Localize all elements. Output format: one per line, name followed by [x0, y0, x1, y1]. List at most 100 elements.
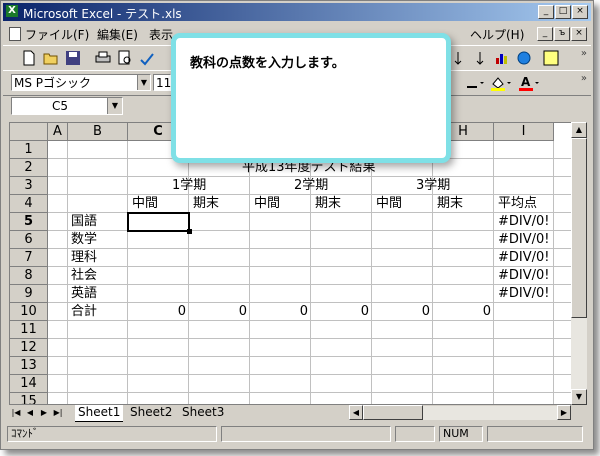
maximize-button[interactable]: □	[555, 5, 571, 19]
menu-file[interactable]: ファイル(F)	[25, 26, 89, 43]
row-header-2[interactable]: 2	[10, 159, 48, 177]
close-button[interactable]: ×	[572, 5, 588, 19]
menu-edit[interactable]: 編集(E)	[97, 26, 138, 43]
last-sheet-icon[interactable]: ▶|	[51, 406, 65, 420]
print-preview-icon[interactable]	[117, 50, 133, 66]
new-icon[interactable]	[21, 50, 37, 66]
total-label-cell[interactable]: 合計	[69, 303, 99, 321]
print-icon[interactable]	[95, 50, 111, 66]
name-box[interactable]: C5 ▼	[11, 97, 123, 115]
menu-view[interactable]: 表示	[149, 26, 173, 43]
next-sheet-icon[interactable]: ▶	[37, 406, 51, 420]
row-header-10[interactable]: 10	[10, 303, 48, 321]
exam-header-cell[interactable]: 期末	[191, 195, 221, 213]
vertical-scroll-thumb[interactable]	[571, 138, 587, 318]
average-cell[interactable]: #DIV/0!	[496, 231, 552, 249]
subject-cell[interactable]: 英語	[69, 285, 99, 303]
row-header-8[interactable]: 8	[10, 267, 48, 285]
save-icon[interactable]	[65, 50, 81, 66]
prev-sheet-icon[interactable]: ◀	[23, 406, 37, 420]
total-cell[interactable]: 0	[250, 303, 310, 321]
row-header-9[interactable]: 9	[10, 285, 48, 303]
name-box-dropdown-icon[interactable]: ▼	[107, 98, 122, 114]
exam-header-cell[interactable]: 期末	[313, 195, 343, 213]
scroll-up-icon[interactable]: ▲	[571, 122, 587, 138]
row-header-3[interactable]: 3	[10, 177, 48, 195]
minimize-button[interactable]: _	[538, 5, 554, 19]
total-cell[interactable]: 0	[128, 303, 188, 321]
subject-cell[interactable]: 国語	[69, 213, 99, 231]
col-header-i[interactable]: I	[494, 123, 554, 141]
workbook-minimize-button[interactable]: _	[537, 27, 553, 41]
subject-cell[interactable]: 社会	[69, 267, 99, 285]
term-3-cell[interactable]: 3学期	[414, 177, 452, 195]
gridline	[48, 248, 572, 249]
sheet-tab-1[interactable]: Sheet1	[75, 405, 124, 422]
row-header-1[interactable]: 1	[10, 141, 48, 159]
col-header-b[interactable]: B	[68, 123, 128, 141]
row-header-12[interactable]: 12	[10, 339, 48, 357]
font-name-box[interactable]: MS Pゴシック ▼	[11, 74, 151, 91]
gridline	[48, 392, 572, 393]
menu-help[interactable]: ヘルプ(H)	[470, 26, 524, 43]
vertical-scrollbar[interactable]: ▲ ▼	[571, 122, 587, 405]
subject-cell[interactable]: 数学	[69, 231, 99, 249]
workbook-icon[interactable]	[9, 27, 21, 41]
fill-color-icon[interactable]	[489, 75, 513, 91]
office-assistant-icon[interactable]	[543, 50, 559, 66]
total-cell[interactable]: 0	[433, 303, 493, 321]
row-header-11[interactable]: 11	[10, 321, 48, 339]
chart-wizard-icon[interactable]	[494, 50, 510, 66]
select-all-corner[interactable]	[10, 123, 48, 141]
font-color-icon[interactable]: A	[517, 75, 541, 91]
font-name-dropdown-icon[interactable]: ▼	[137, 75, 150, 90]
scroll-down-icon[interactable]: ▼	[571, 389, 587, 405]
first-sheet-icon[interactable]: |◀	[9, 406, 23, 420]
row-header-15[interactable]: 15	[10, 393, 48, 404]
row-header-14[interactable]: 14	[10, 375, 48, 393]
workbook-restore-button[interactable]: ъ	[554, 27, 570, 41]
sort-icon[interactable]	[472, 50, 488, 66]
scroll-left-icon[interactable]: ◀	[349, 405, 363, 420]
sheet-tab-2[interactable]: Sheet2	[127, 405, 175, 421]
term-2-cell[interactable]: 2学期	[292, 177, 330, 195]
total-cell[interactable]: 0	[189, 303, 249, 321]
average-cell[interactable]: #DIV/0!	[496, 213, 552, 231]
exam-header-cell[interactable]: 期末	[435, 195, 465, 213]
excel-app-icon[interactable]: X	[6, 5, 18, 17]
row-header-4[interactable]: 4	[10, 195, 48, 213]
scroll-right-icon[interactable]: ▶	[557, 405, 571, 420]
exam-header-cell[interactable]: 中間	[374, 195, 404, 213]
subject-cell[interactable]: 理科	[69, 249, 99, 267]
average-header-cell[interactable]: 平均点	[496, 195, 539, 213]
spelling-icon[interactable]	[139, 50, 155, 66]
borders-icon[interactable]	[465, 75, 485, 91]
active-cell-c5[interactable]	[127, 212, 192, 234]
average-cell[interactable]: #DIV/0!	[496, 249, 552, 267]
horizontal-scroll-thumb[interactable]	[363, 405, 423, 420]
formatting-options-icon[interactable]: »	[581, 73, 587, 84]
row-header-6[interactable]: 6	[10, 231, 48, 249]
worksheet-grid[interactable]: A B C D E F G H I 1 2 3 4 5 6 7 8 9 10 1…	[9, 122, 573, 405]
total-cell[interactable]: 0	[372, 303, 432, 321]
toolbar-options-icon[interactable]: »	[581, 48, 587, 59]
workbook-close-button[interactable]: ×	[571, 27, 587, 41]
title-bar[interactable]: X Microsoft Excel - テスト.xls _ □ ×	[3, 3, 591, 21]
row-header-7[interactable]: 7	[10, 249, 48, 267]
exam-header-cell[interactable]: 中間	[130, 195, 160, 213]
average-cell[interactable]: #DIV/0!	[496, 267, 552, 285]
fill-handle[interactable]	[187, 229, 192, 234]
total-cell[interactable]: 0	[311, 303, 371, 321]
horizontal-scrollbar[interactable]: ◀ ▶	[349, 405, 571, 420]
average-cell[interactable]: #DIV/0!	[496, 285, 552, 303]
open-icon[interactable]	[43, 50, 59, 66]
row-header-5[interactable]: 5	[10, 213, 48, 231]
font-size-box[interactable]: 11	[153, 74, 171, 91]
map-icon[interactable]	[516, 50, 532, 66]
col-header-a[interactable]: A	[48, 123, 68, 141]
exam-header-cell[interactable]: 中間	[252, 195, 282, 213]
term-1-cell[interactable]: 1学期	[170, 177, 208, 195]
row-header-13[interactable]: 13	[10, 357, 48, 375]
sort-descending-icon[interactable]	[454, 50, 470, 66]
sheet-tab-3[interactable]: Sheet3	[179, 405, 227, 421]
